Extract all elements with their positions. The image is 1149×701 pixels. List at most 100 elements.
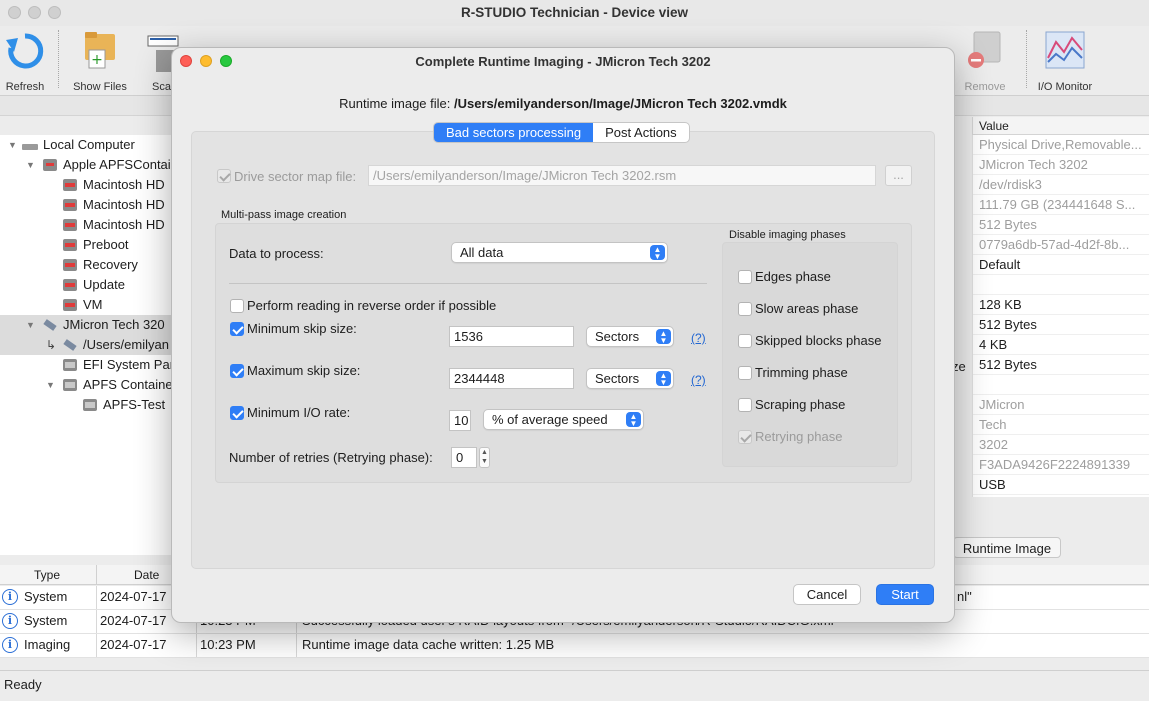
tree-item-local-computer[interactable]: ▼ Local Computer [0, 135, 172, 155]
runtime-image-file: Runtime image file: /Users/emilyanderson… [172, 96, 954, 111]
tree-item-apfs-container[interactable]: ▼ Apple APFSContai [0, 155, 172, 175]
tree-item-apfs-container[interactable]: ▼ APFS Containe [0, 375, 172, 395]
child-link-icon: ↳ [46, 338, 57, 352]
trimming-phase-checkbox[interactable] [738, 366, 752, 380]
min-skip-unit-select[interactable]: Sectors ▲ ▼ [586, 326, 674, 347]
max-skip-input[interactable]: 2344448 [449, 368, 574, 389]
chevron-down-icon[interactable]: ▼ [8, 135, 18, 155]
min-io-rate-label: Minimum I/O rate: [247, 405, 351, 420]
min-skip-checkbox[interactable] [230, 322, 244, 336]
refresh-button[interactable]: Refresh [2, 28, 48, 93]
window-close-button[interactable] [8, 6, 21, 19]
max-skip-label: Maximum skip size: [247, 363, 361, 378]
volume-icon [63, 219, 77, 231]
tree-item-volume[interactable]: Update [0, 275, 172, 295]
tree-item-volume[interactable]: Macintosh HD [0, 215, 172, 235]
scraping-phase-label: Scraping phase [755, 397, 846, 412]
partition-icon [83, 399, 97, 411]
io-monitor-icon [1045, 31, 1085, 69]
drive-sector-map-checkbox[interactable] [217, 169, 231, 183]
tree-item-partition[interactable]: EFI System Par [0, 355, 172, 375]
tree-item-jmicron[interactable]: ▼ JMicron Tech 320 [0, 315, 172, 335]
window-minimize-button[interactable] [28, 6, 41, 19]
tree-item-runtime-image[interactable]: ↳ /Users/emilyan [0, 335, 172, 355]
usb-drive-icon [63, 339, 77, 351]
min-skip-input[interactable]: 1536 [449, 326, 574, 347]
computer-icon [22, 144, 38, 150]
max-skip-checkbox[interactable] [230, 364, 244, 378]
io-monitor-button[interactable]: I/O Monitor [1034, 28, 1096, 93]
properties-value-header[interactable]: Value [972, 117, 1149, 135]
property-value: JMicron [973, 395, 1149, 415]
tree-item-volume[interactable]: Recovery [0, 255, 172, 275]
volume-icon [63, 199, 77, 211]
tree-item-volume[interactable]: APFS-Test [0, 395, 172, 415]
runtime-imaging-dialog: Complete Runtime Imaging - JMicron Tech … [171, 47, 955, 623]
scraping-phase-checkbox[interactable] [738, 398, 752, 412]
cancel-button[interactable]: Cancel [793, 584, 861, 605]
chevron-down-icon[interactable]: ▼ [46, 375, 56, 395]
retries-input[interactable]: 0 [451, 447, 477, 468]
property-value: USB [973, 475, 1149, 495]
partition-icon [63, 379, 77, 391]
min-io-rate-unit-select[interactable]: % of average speed ▲ ▼ [483, 409, 644, 430]
status-bar: Ready [0, 670, 1149, 701]
chevron-updown-icon: ▲ ▼ [650, 245, 665, 261]
property-value: Default [973, 255, 1149, 275]
start-button[interactable]: Start [876, 584, 934, 605]
remove-button[interactable]: Remove [955, 28, 1015, 93]
tree-item-volume[interactable]: Macintosh HD [0, 195, 172, 215]
log-column-type[interactable]: Type [34, 565, 60, 585]
properties-value-column: Physical Drive,Removable... JMicron Tech… [972, 135, 1149, 497]
log-column-date[interactable]: Date [134, 565, 159, 585]
volume-icon [63, 299, 77, 311]
drive-sector-map-input[interactable]: /Users/emilyanderson/Image/JMicron Tech … [368, 165, 876, 186]
property-value: /dev/rdisk3 [973, 175, 1149, 195]
min-skip-help-link[interactable]: (?) [691, 331, 706, 345]
device-tree[interactable]: ▼ Local Computer ▼ Apple APFSContai Maci… [0, 135, 172, 555]
edges-phase-checkbox[interactable] [738, 270, 752, 284]
reverse-order-label: Perform reading in reverse order if poss… [247, 298, 497, 313]
property-value: 111.79 GB (234441648 S... [973, 195, 1149, 215]
tab-post-actions[interactable]: Post Actions [593, 123, 689, 142]
window-title-bar: R-STUDIO Technician - Device view [0, 0, 1149, 26]
multipass-group-title: Multi-pass image creation [221, 209, 347, 221]
drive-remove-icon [968, 31, 1001, 68]
info-icon: i [2, 589, 18, 605]
skipped-blocks-phase-checkbox[interactable] [738, 334, 752, 348]
retries-stepper[interactable]: ▲ ▼ [479, 447, 490, 468]
data-to-process-label: Data to process: [229, 246, 324, 261]
tab-runtime-image[interactable]: Runtime Image [953, 537, 1061, 558]
min-io-rate-checkbox[interactable] [230, 406, 244, 420]
max-skip-unit-select[interactable]: Sectors ▲ ▼ [586, 368, 674, 389]
retrying-phase-checkbox[interactable] [738, 430, 752, 444]
tab-bad-sectors-processing[interactable]: Bad sectors processing [434, 123, 594, 142]
tree-item-volume[interactable]: Preboot [0, 235, 172, 255]
show-files-button[interactable]: + Show Files [70, 28, 130, 93]
retrying-phase-label: Retrying phase [755, 429, 843, 444]
dialog-title: Complete Runtime Imaging - JMicron Tech … [415, 54, 711, 69]
chevron-updown-icon: ▲ ▼ [656, 371, 671, 387]
chevron-down-icon[interactable]: ▼ [26, 155, 36, 175]
window-zoom-button[interactable] [48, 6, 61, 19]
data-to-process-select[interactable]: All data ▲ ▼ [451, 242, 668, 263]
slow-areas-phase-checkbox[interactable] [738, 302, 752, 316]
retries-label: Number of retries (Retrying phase): [229, 450, 433, 465]
tab-bar: Bad sectors processing Post Actions [433, 122, 690, 143]
property-value: Physical Drive,Removable... [973, 135, 1149, 155]
phases-group-title: Disable imaging phases [729, 229, 846, 241]
tree-item-volume[interactable]: VM [0, 295, 172, 315]
max-skip-help-link[interactable]: (?) [691, 373, 706, 387]
tree-item-volume[interactable]: Macintosh HD [0, 175, 172, 195]
drive-icon [43, 159, 57, 171]
browse-button[interactable]: ... [885, 165, 912, 186]
log-row[interactable]: i Imaging 2024-07-17 10:23 PM Runtime im… [0, 634, 1149, 658]
runtime-image-label: Runtime image file: [339, 96, 451, 111]
edges-phase-label: Edges phase [755, 269, 831, 284]
partition-icon [63, 359, 77, 371]
reverse-order-checkbox[interactable] [230, 299, 244, 313]
min-io-rate-input[interactable]: 10 [449, 410, 471, 431]
chevron-down-icon[interactable]: ▼ [26, 315, 36, 335]
folder-icon: + [85, 32, 115, 69]
property-value: 128 KB [973, 295, 1149, 315]
